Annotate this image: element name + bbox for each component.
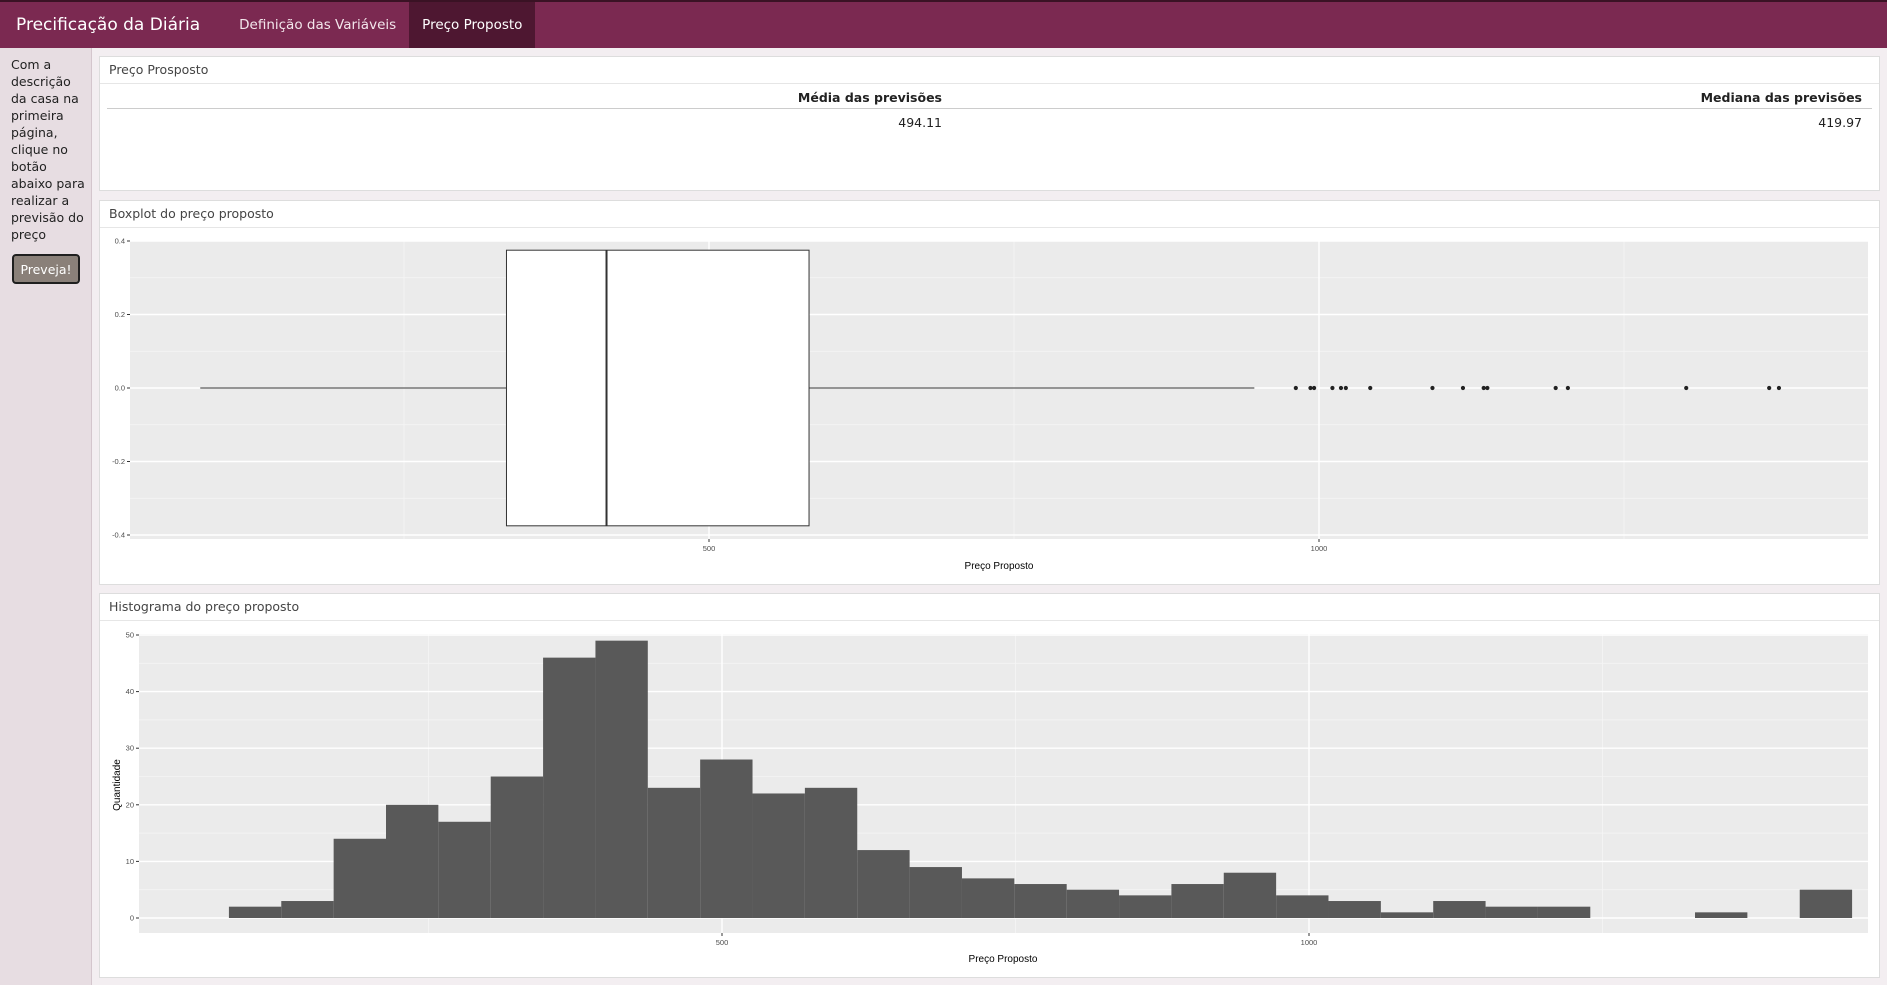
histogram-bar [1695,912,1748,918]
boxplot-y-tick-label: -0.4 [112,531,125,540]
histogram-bar [1223,872,1277,918]
mean-value: 494.11 [898,115,942,130]
boxplot-y-tick-label: 0.2 [115,310,125,319]
histogram-bar [333,838,387,918]
boxplot-outlier-point [1460,385,1466,391]
boxplot-outlier-point [1565,385,1570,391]
boxplot-outlier-point [1485,385,1490,391]
summary-table: Média das previsões Mediana das previsõe… [107,87,1872,130]
boxplot-panel [130,241,1868,539]
histogram-bar [1799,889,1853,918]
boxplot-outlier-point [1312,385,1317,391]
histogram-bar [1119,895,1172,918]
histogram-card: Histograma do preço proposto 500 1000 0 10 2… [99,593,1880,978]
histogram-bar [857,850,910,918]
histogram-y-tick-label: 30 [126,744,134,753]
histogram-bar [647,787,701,918]
navbar: Precificação da Diária Definição das Var… [0,0,1887,48]
histogram-bar [281,901,334,918]
boxplot-outlier-point [1430,385,1435,391]
histogram-bar [804,787,858,918]
histogram-bar [1380,912,1434,918]
histogram-y-tick-label: 20 [126,800,134,809]
histogram-y-tick-label: 10 [126,857,134,866]
boxplot-outlier-point [1553,385,1558,391]
boxplot-y-tick-label: 0.0 [115,384,125,393]
histogram-chart: 500 1000 0 10 20 30 40 50 Preço Proposto Quanti… [112,631,1868,965]
boxplot-outlier-point [1293,385,1298,391]
boxplot-outlier-point [1368,385,1373,391]
boxplot-outlier-point [1343,385,1348,391]
boxplot-y-tick-label: 0.4 [115,237,125,246]
boxplot-outlier-point [1684,385,1689,391]
histogram-bar [1433,901,1486,918]
histogram-y-tick-label: 40 [126,687,134,696]
histogram-bar [909,867,962,918]
histogram-x-axis-label: Preço Proposto [969,954,1038,965]
mean-header: Média das previsões [107,87,952,109]
summary-card: Preço Prosposto Média das previsões Medi… [99,56,1880,191]
boxplot-x-axis-label: Preço Proposto [965,561,1034,572]
histogram-bar [595,640,648,918]
boxplot-box [505,249,810,527]
histogram-bar [1537,906,1591,918]
histogram-bar [700,759,753,918]
boxplot-y-tick-label: -0.2 [112,457,125,466]
histogram-y-tick-label: 0 [130,914,134,923]
histogram-x-tick-label: 500 [716,938,729,947]
tab-preco-proposto[interactable]: Preço Proposto [409,2,536,48]
boxplot-outlier-point [1776,385,1782,391]
histogram-bar [752,793,805,918]
boxplot-title: Boxplot do preço proposto [100,201,1879,228]
median-value: 419.97 [1818,115,1862,130]
boxplot-x-tick-label: 500 [703,544,716,553]
histogram-bar [490,776,544,918]
app-title[interactable]: Precificação da Diária [0,2,216,48]
histogram-bar [1171,884,1224,918]
histogram-y-axis-label: Quantidade [112,759,123,811]
median-header: Mediana das previsões [952,87,1872,109]
boxplot-outlier-point [1767,385,1772,391]
boxplot-outlier-point [1308,385,1313,391]
histogram-bar [543,657,596,918]
histogram-bar [386,804,439,918]
histogram-bar [1328,901,1381,918]
histogram-bar [1066,889,1120,918]
boxplot-outlier-point [1481,385,1486,391]
histogram-bar [1014,884,1067,918]
histogram-bar [1276,895,1329,918]
histogram-bar [438,821,491,918]
sidebar-description: Com a descrição da casa na primeira pági… [11,57,85,242]
histogram-bar [961,878,1015,918]
boxplot-outlier-point [1330,385,1335,391]
histogram-y-tick-label: 50 [126,631,134,640]
summary-title: Preço Prosposto [100,57,1879,84]
boxplot-chart: 500 1000 -0.4 -0.2 0.0 0.2 0.4 Preço Proposto [112,237,1868,572]
tab-definicao-variaveis[interactable]: Definição das Variáveis [226,2,409,48]
boxplot-outlier-point [1338,385,1344,391]
histogram-bar [1485,906,1538,918]
histogram-title: Histograma do preço proposto [100,594,1879,621]
histogram-x-tick-label: 1000 [1301,938,1318,947]
boxplot-x-tick-label: 1000 [1311,544,1328,553]
boxplot-card: Boxplot do preço proposto 500 1000 -0.4 -0.… [99,200,1880,585]
sidebar: Com a descrição da casa na primeira pági… [0,48,92,985]
predict-button[interactable]: Preveja! [12,254,80,284]
histogram-bar [228,906,282,918]
